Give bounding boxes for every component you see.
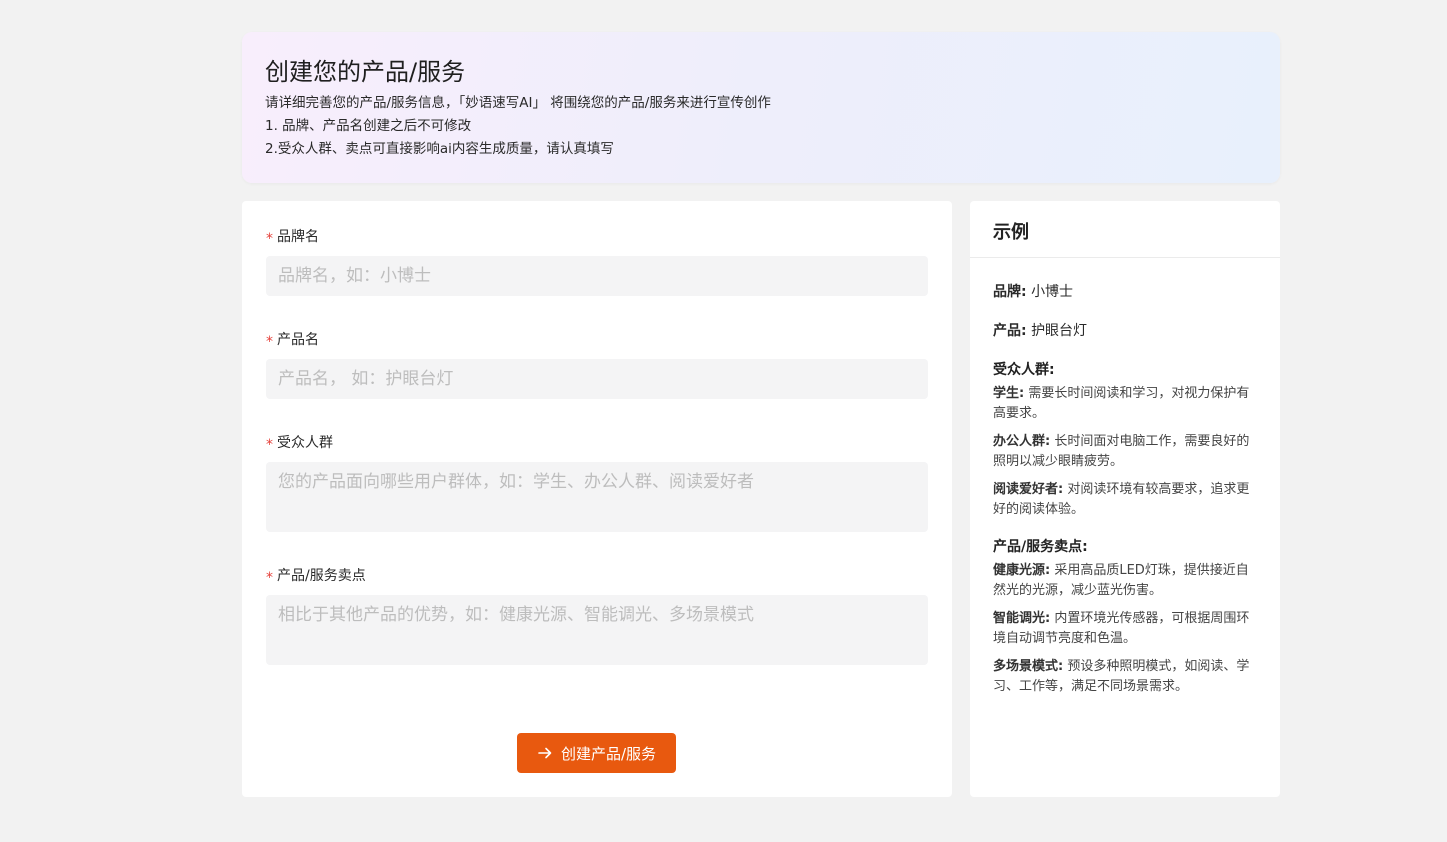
page-title: 创建您的产品/服务 — [265, 58, 466, 86]
example-panel: 示例 品牌: 小博士 产品: 护眼台灯 受众人群: 学生: 需要长时间阅读和学习… — [970, 201, 1280, 797]
product-input[interactable] — [266, 359, 928, 399]
example-title: 示例 — [970, 201, 1280, 258]
banner-description: 请详细完善您的产品/服务信息，「妙语速写AI」 将围绕您的产品/服务来进行宣传创… — [265, 95, 771, 111]
example-selling-item: 多场景模式: 预设多种照明模式，如阅读、学习、工作等，满足不同场景需求。 — [993, 659, 1250, 694]
example-selling-title: 产品/服务卖点: — [993, 539, 1088, 555]
example-audience-title: 受众人群: — [993, 362, 1055, 378]
audience-label: 受众人群 — [277, 435, 333, 451]
product-label: 产品名 — [277, 332, 319, 348]
intro-banner: 创建您的产品/服务 请详细完善您的产品/服务信息，「妙语速写AI」 将围绕您的产… — [242, 32, 1280, 183]
example-audience-item: 学生: 需要长时间阅读和学习，对视力保护有高要求。 — [993, 386, 1250, 421]
audience-textarea[interactable] — [266, 462, 928, 532]
example-selling-item: 健康光源: 采用高品质LED灯珠，提供接近自然光的光源，减少蓝光伤害。 — [993, 563, 1249, 598]
example-selling-item: 智能调光: 内置环境光传感器，可根据周围环境自动调节亮度和色温。 — [993, 611, 1250, 646]
brand-label: 品牌名 — [277, 229, 319, 245]
product-field: * 产品名 — [266, 330, 928, 399]
selling-points-label: 产品/服务卖点 — [277, 568, 366, 584]
selling-points-textarea[interactable] — [266, 595, 928, 665]
brand-field: * 品牌名 — [266, 227, 928, 296]
example-product: 产品: 护眼台灯 — [993, 323, 1088, 339]
brand-input[interactable] — [266, 256, 928, 296]
selling-points-field: * 产品/服务卖点 — [266, 566, 928, 669]
required-mark: * — [266, 334, 273, 350]
example-brand: 品牌: 小博士 — [993, 284, 1074, 300]
create-button-label: 创建产品/服务 — [560, 744, 657, 763]
audience-field: * 受众人群 — [266, 433, 928, 536]
required-mark: * — [266, 231, 273, 247]
required-mark: * — [266, 437, 273, 453]
example-audience-item: 阅读爱好者: 对阅读环境有较高要求，追求更好的阅读体验。 — [993, 482, 1250, 517]
required-mark: * — [266, 570, 273, 586]
banner-note-1: 1. 品牌、产品名创建之后不可修改 — [265, 118, 472, 134]
example-audience-item: 办公人群: 长时间面对电脑工作，需要良好的照明以减少眼睛疲劳。 — [993, 434, 1250, 469]
product-form: * 品牌名 * 产品名 * 受众人群 * 产品/服务卖点 创建产品/服务 — [242, 201, 952, 797]
banner-note-2: 2.受众人群、卖点可直接影响ai内容生成质量，请认真填写 — [265, 141, 614, 157]
create-product-button[interactable]: 创建产品/服务 — [517, 733, 676, 773]
arrow-right-icon — [538, 747, 552, 759]
